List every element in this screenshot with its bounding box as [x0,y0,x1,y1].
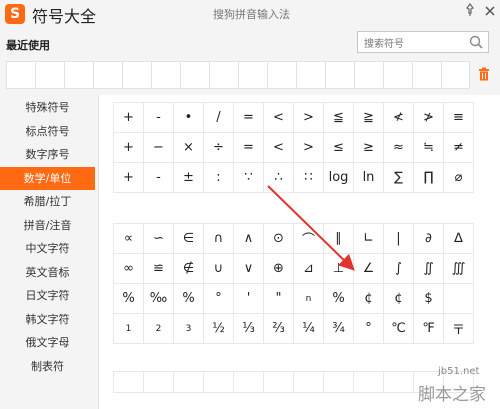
annotation-arrow [267,185,355,271]
symbol-window: S 符号大全 搜狗拼音输入法 最近使用 搜索符号 特殊符号 标点符号 数字序号 … [0,0,500,409]
watermark-url: jb51.net [438,366,480,377]
watermark-brand: 脚本之家 [418,385,486,405]
